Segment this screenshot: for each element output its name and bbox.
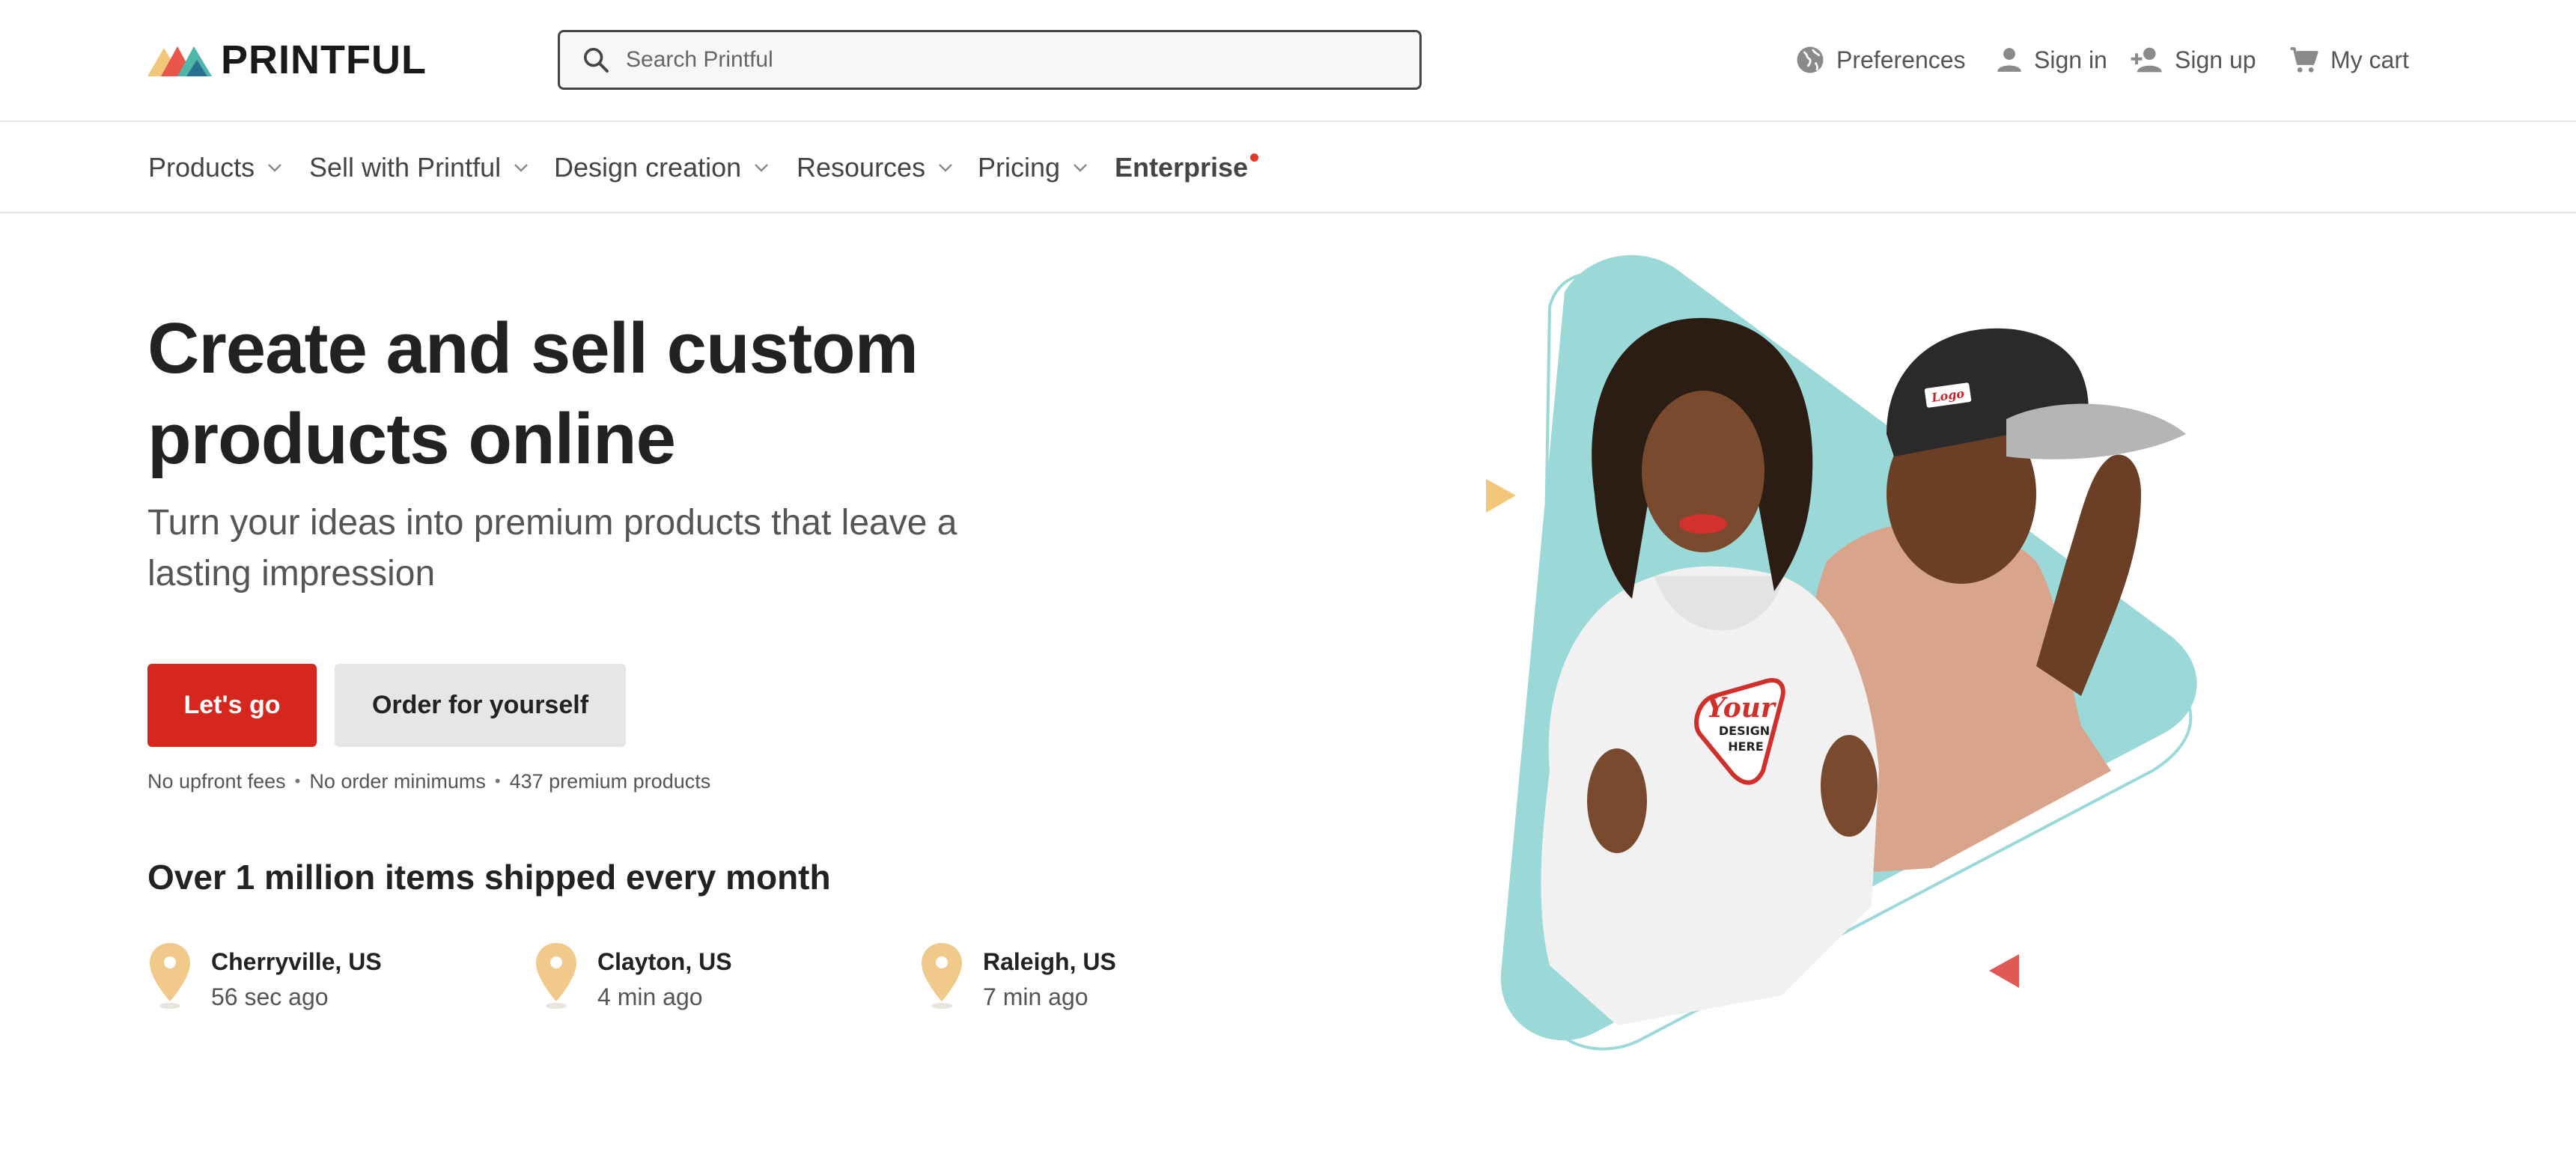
- lets-go-button[interactable]: Let's go: [147, 664, 317, 747]
- shipment-time: 4 min ago: [597, 983, 703, 1010]
- brand-logo[interactable]: PRINTFUL: [147, 39, 427, 81]
- shipment-city: Cherryville, US: [211, 948, 382, 975]
- recent-shipment: Cherryville, US 56 sec ago: [147, 941, 382, 1016]
- shipment-info: Cherryville, US 56 sec ago: [211, 941, 382, 1012]
- preferences-link[interactable]: Preferences: [1794, 39, 1966, 81]
- shipment-info: Clayton, US 4 min ago: [597, 941, 732, 1012]
- perk-item: No upfront fees: [147, 769, 286, 793]
- order-for-yourself-button[interactable]: Order for yourself: [335, 664, 626, 747]
- nav-item-label: Enterprise: [1115, 152, 1249, 183]
- nav-item-label: Pricing: [978, 152, 1061, 183]
- hero-subtitle: Turn your ideas into premium products th…: [147, 503, 957, 593]
- nav-item-label: Design creation: [554, 152, 742, 183]
- hero-image: Logo Your DESIGN HERE: [1467, 247, 2246, 1063]
- nav-item-label: Sell with Printful: [309, 152, 502, 183]
- hoodie-print-line2: DESIGN: [1719, 724, 1770, 738]
- brand-name: PRINTFUL: [221, 37, 427, 82]
- hero-illustration: Logo Your DESIGN HERE: [1486, 254, 2197, 1051]
- woman-right-hand: [1821, 735, 1878, 837]
- search-icon: [566, 45, 626, 75]
- perk-separator: •: [294, 772, 301, 790]
- perks-list: No upfront fees • No order minimums • 43…: [147, 766, 710, 796]
- shipment-time: 56 sec ago: [211, 983, 329, 1010]
- hero-title: Create and sell custom products online: [147, 308, 919, 479]
- shipment-city: Raleigh, US: [983, 948, 1116, 975]
- location-pin-icon: [147, 941, 192, 1014]
- woman-lips: [1679, 514, 1727, 534]
- sign-in-label: Sign in: [2034, 46, 2107, 73]
- recent-shipment: Clayton, US 4 min ago: [534, 941, 732, 1016]
- decor-triangle-red: [1989, 954, 2019, 988]
- man-cap-brim: [2006, 403, 2186, 460]
- woman-left-hand: [1587, 748, 1647, 853]
- logo-mountains-icon: [147, 46, 212, 76]
- globe-icon: [1794, 44, 1826, 76]
- nav-item-label: Resources: [797, 152, 926, 183]
- cart-label: My cart: [2330, 46, 2409, 73]
- top-header: PRINTFUL Preferences Sign in Sign up My …: [0, 0, 2576, 122]
- decor-triangle-yellow: [1486, 479, 1516, 513]
- shipping-heading: Over 1 million items shipped every month: [147, 858, 831, 897]
- preferences-label: Preferences: [1836, 46, 1966, 73]
- chevron-down-icon: [1072, 162, 1088, 173]
- cart-link[interactable]: My cart: [2289, 39, 2409, 81]
- sign-up-label: Sign up: [2175, 46, 2256, 73]
- cart-icon: [2289, 45, 2320, 75]
- nav-item-label: Products: [148, 152, 255, 183]
- chevron-down-icon: [753, 162, 770, 173]
- perk-item: No order minimums: [309, 769, 486, 793]
- hoodie-print-line1: Your: [1706, 692, 1777, 724]
- perk-separator: •: [494, 772, 501, 790]
- nav-item-pricing[interactable]: Pricing: [978, 122, 1088, 213]
- perk-item: 437 premium products: [509, 769, 711, 793]
- nav-item-sell-with-printful[interactable]: Sell with Printful: [309, 122, 529, 213]
- shipment-info: Raleigh, US 7 min ago: [983, 941, 1116, 1012]
- new-badge-dot: [1250, 153, 1259, 162]
- location-pin-icon: [534, 941, 579, 1014]
- nav-item-resources[interactable]: Resources: [797, 122, 954, 213]
- sign-in-link[interactable]: Sign in: [1995, 39, 2107, 81]
- nav-item-enterprise[interactable]: Enterprise: [1115, 122, 1259, 213]
- chevron-down-icon: [513, 162, 529, 173]
- sign-up-link[interactable]: Sign up: [2130, 39, 2256, 81]
- search-bar[interactable]: [558, 30, 1422, 90]
- shipment-time: 7 min ago: [983, 983, 1088, 1010]
- chevron-down-icon: [937, 162, 954, 173]
- hoodie-print-line3: HERE: [1728, 739, 1764, 754]
- user-add-icon: [2130, 45, 2164, 75]
- main-nav: Products Sell with Printful Design creat…: [0, 122, 2576, 213]
- search-input[interactable]: [626, 47, 1374, 73]
- location-pin-icon: [919, 941, 964, 1014]
- nav-item-products[interactable]: Products: [148, 122, 283, 213]
- nav-item-design-creation[interactable]: Design creation: [554, 122, 770, 213]
- recent-shipment: Raleigh, US 7 min ago: [919, 941, 1116, 1016]
- user-icon: [1995, 45, 2024, 75]
- shipment-city: Clayton, US: [597, 948, 732, 975]
- chevron-down-icon: [267, 162, 283, 173]
